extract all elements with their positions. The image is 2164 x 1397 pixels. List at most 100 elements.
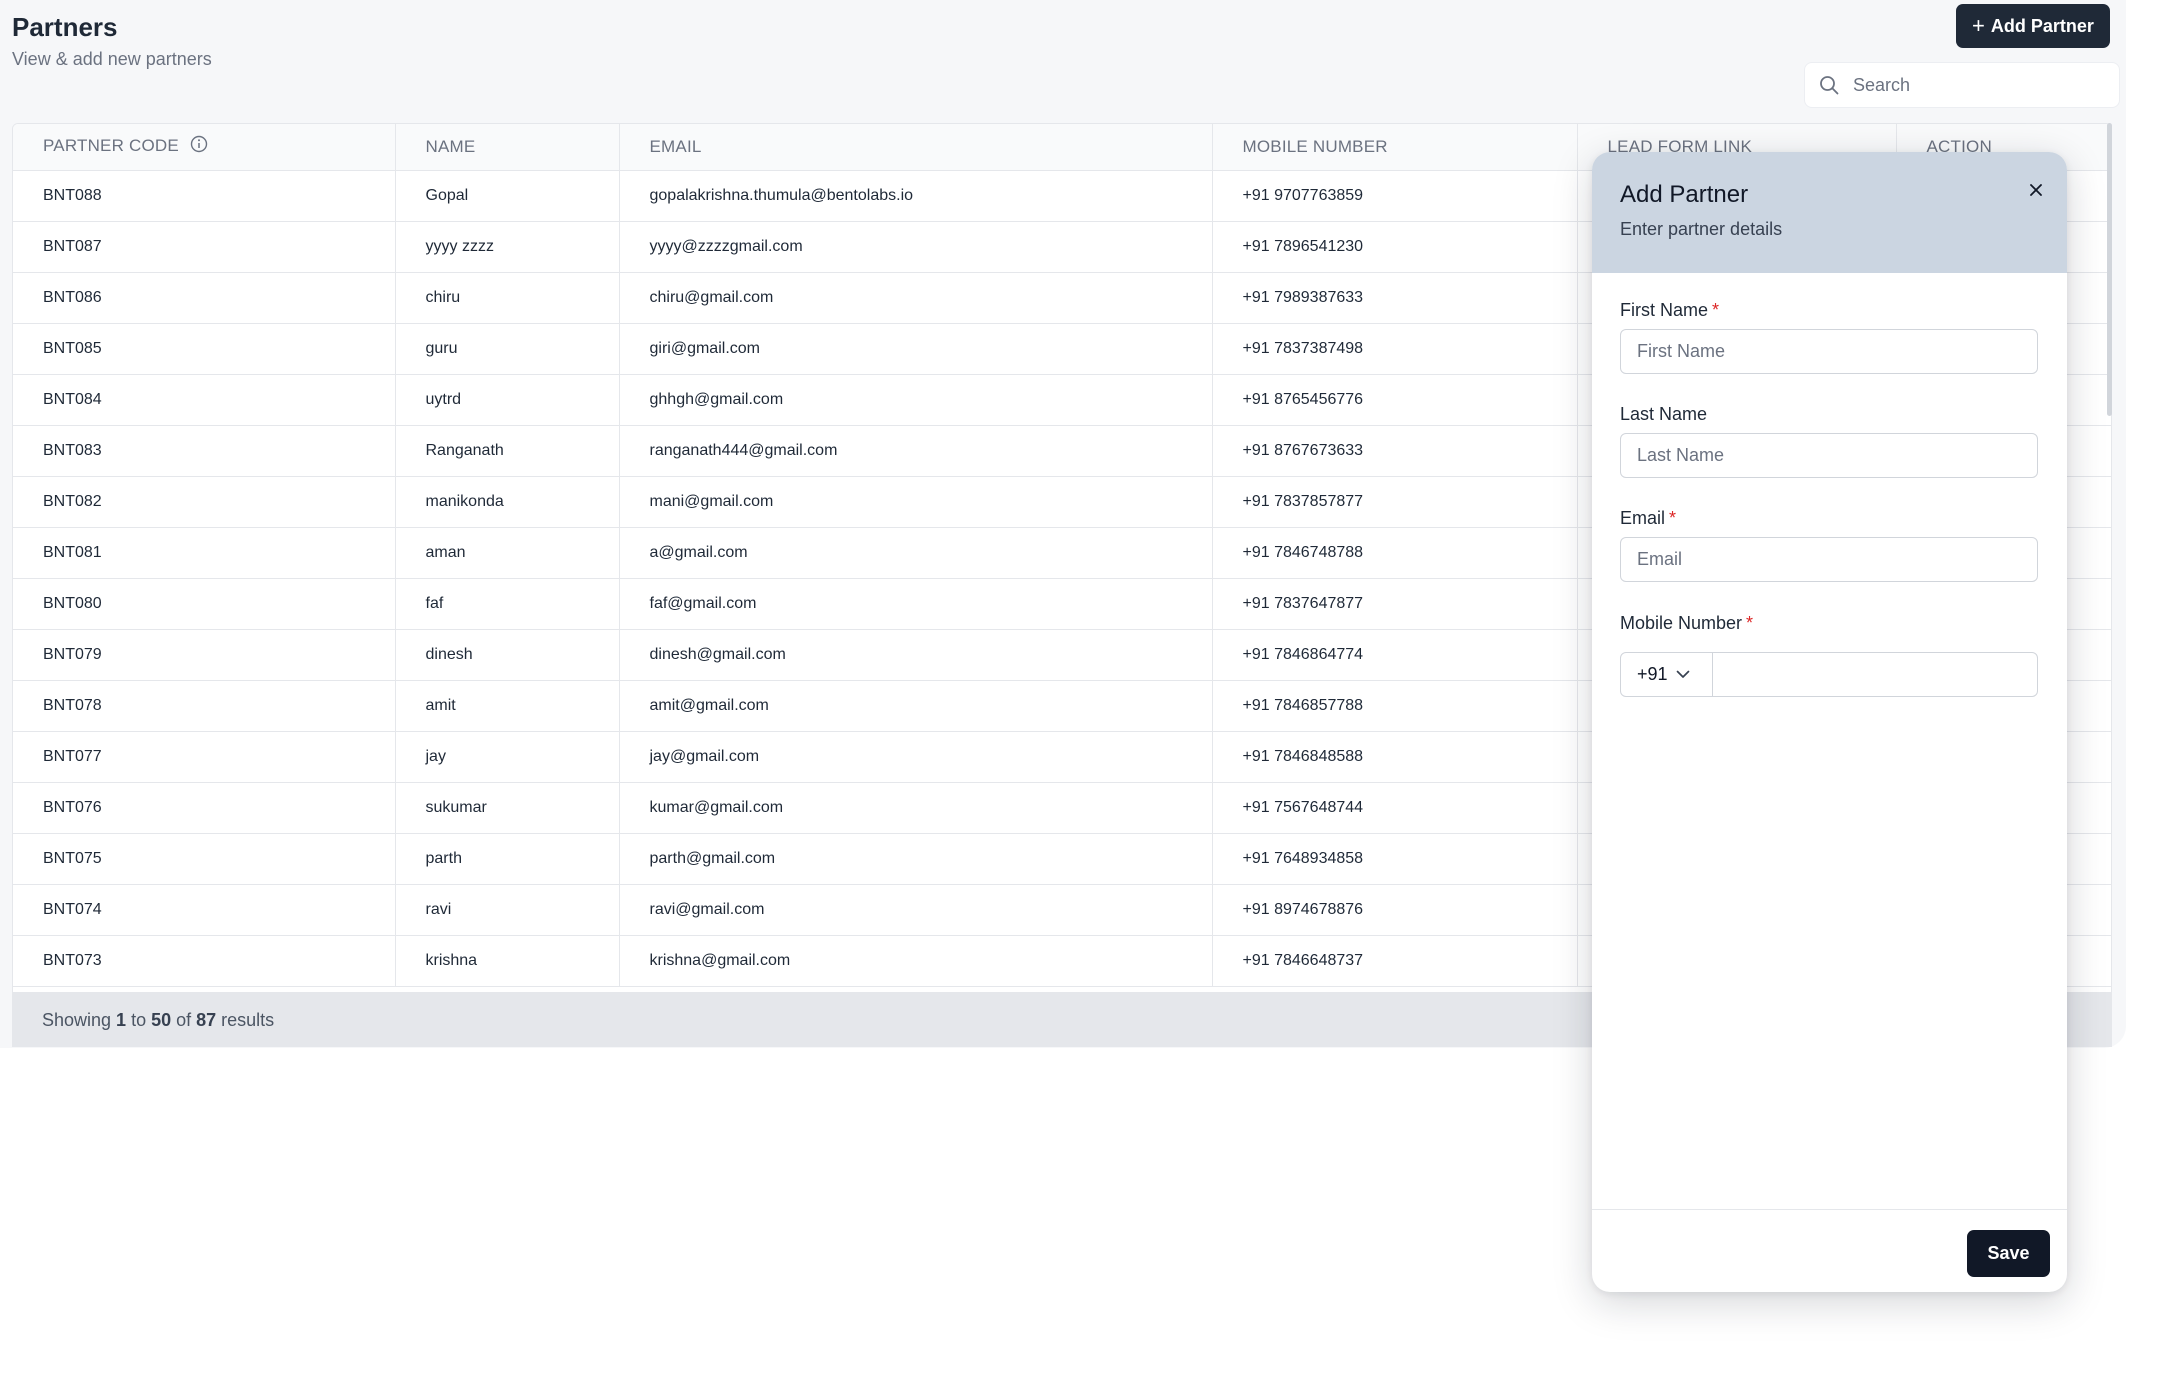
result-from: 1 <box>116 1009 127 1030</box>
mobile-number-cell: +91 7837857877 <box>1212 476 1578 528</box>
email-cell: chiru@gmail.com <box>619 272 1213 324</box>
mobile-number-cell: +91 7846648737 <box>1212 935 1578 987</box>
mobile-number-cell: +91 7846857788 <box>1212 680 1578 732</box>
mobile-number-input[interactable] <box>1713 653 2037 696</box>
search-input[interactable] <box>1853 74 2093 96</box>
last-name-label: Last Name <box>1620 404 1707 425</box>
email-cell: faf@gmail.com <box>619 578 1213 630</box>
add-partner-button-label: Add Partner <box>1990 15 2094 36</box>
last-name-label-text: Last Name <box>1620 404 1708 424</box>
partner-code-cell: BNT083 <box>13 425 396 477</box>
last-name-input[interactable] <box>1620 433 2038 478</box>
result-to: 50 <box>151 1009 172 1030</box>
name-cell: uytrd <box>395 374 620 426</box>
column-header-label: PARTNER CODE <box>43 136 179 156</box>
mobile-number-cell: +91 7837387498 <box>1212 323 1578 375</box>
partner-code-cell: BNT086 <box>13 272 396 324</box>
partner-code-cell: BNT078 <box>13 680 396 732</box>
partner-code-cell: BNT088 <box>13 170 396 222</box>
column-header-name[interactable]: NAME <box>395 124 620 171</box>
partner-code-cell: BNT084 <box>13 374 396 426</box>
name-cell: chiru <box>395 272 620 324</box>
mobile-number-cell: +91 7846748788 <box>1212 527 1578 579</box>
partner-code-cell: BNT074 <box>13 884 396 936</box>
first-name-label-text: First Name <box>1620 300 1709 320</box>
mobile-number-cell: +91 7989387633 <box>1212 272 1578 324</box>
email-cell: parth@gmail.com <box>619 833 1213 885</box>
close-icon <box>2030 184 2042 196</box>
partner-code-cell: BNT085 <box>13 323 396 375</box>
name-cell: ravi <box>395 884 620 936</box>
name-cell: krishna <box>395 935 620 987</box>
email-cell: dinesh@gmail.com <box>619 629 1213 681</box>
name-cell: dinesh <box>395 629 620 681</box>
mobile-number-cell: +91 8767673633 <box>1212 425 1578 477</box>
country-code-select[interactable]: +91 <box>1621 653 1713 696</box>
search-icon <box>1820 76 1839 95</box>
email-cell: gopalakrishna.thumula@bentolabs.io <box>619 170 1213 222</box>
email-cell: yyyy@zzzzgmail.com <box>619 221 1213 273</box>
mobile-number-label-text: Mobile Number <box>1620 613 1743 633</box>
save-button[interactable]: Save <box>1967 1230 2050 1277</box>
name-cell: sukumar <box>395 782 620 834</box>
email-cell: ravi@gmail.com <box>619 884 1213 936</box>
name-cell: jay <box>395 731 620 783</box>
page-subtitle: View & add new partners <box>12 49 212 69</box>
email-cell: krishna@gmail.com <box>619 935 1213 987</box>
email-cell: kumar@gmail.com <box>619 782 1213 834</box>
column-header-mobile-number[interactable]: MOBILE NUMBER <box>1212 124 1578 171</box>
partner-code-cell: BNT079 <box>13 629 396 681</box>
mobile-number-cell: +91 7846864774 <box>1212 629 1578 681</box>
name-cell: faf <box>395 578 620 630</box>
name-cell: Ranganath <box>395 425 620 477</box>
name-cell: parth <box>395 833 620 885</box>
result-total: 87 <box>196 1009 217 1030</box>
info-icon[interactable] <box>190 135 208 158</box>
partner-code-cell: BNT080 <box>13 578 396 630</box>
email-cell: mani@gmail.com <box>619 476 1213 528</box>
email-cell: ranganath444@gmail.com <box>619 425 1213 477</box>
chevron-down-icon <box>1676 670 1689 678</box>
search-box[interactable] <box>1804 62 2120 108</box>
mobile-number-cell: +91 8765456776 <box>1212 374 1578 426</box>
column-header-partner-code[interactable]: PARTNER CODE <box>13 124 396 171</box>
name-cell: amit <box>395 680 620 732</box>
results-label: results <box>221 1009 275 1030</box>
email-cell: ghhgh@gmail.com <box>619 374 1213 426</box>
mobile-number-label: Mobile Number * <box>1620 613 1753 634</box>
mobile-number-cell: +91 8974678876 <box>1212 884 1578 936</box>
close-button[interactable] <box>2024 178 2048 202</box>
name-cell: Gopal <box>395 170 620 222</box>
partner-code-cell: BNT073 <box>13 935 396 987</box>
partner-code-cell: BNT076 <box>13 782 396 834</box>
partner-code-cell: BNT082 <box>13 476 396 528</box>
modal-footer-divider <box>1592 1209 2067 1210</box>
name-cell: guru <box>395 323 620 375</box>
mobile-number-cell: +91 9707763859 <box>1212 170 1578 222</box>
first-name-input[interactable] <box>1620 329 2038 374</box>
modal-title: Add Partner <box>1620 181 1749 208</box>
plus-icon: + <box>1972 13 1985 38</box>
partner-code-cell: BNT075 <box>13 833 396 885</box>
email-cell: amit@gmail.com <box>619 680 1213 732</box>
first-name-label: First Name * <box>1620 300 1719 321</box>
page-title: Partners <box>12 12 118 42</box>
email-input[interactable] <box>1620 537 2038 582</box>
mobile-number-cell: +91 7567648744 <box>1212 782 1578 834</box>
email-cell: jay@gmail.com <box>619 731 1213 783</box>
country-code-value: +91 <box>1637 664 1668 684</box>
mobile-number-cell: +91 7896541230 <box>1212 221 1578 273</box>
add-partner-button[interactable]: + Add Partner <box>1956 4 2110 48</box>
name-cell: aman <box>395 527 620 579</box>
column-header-email[interactable]: EMAIL <box>619 124 1213 171</box>
to-label: to <box>131 1009 147 1030</box>
required-mark: * <box>1746 613 1754 633</box>
table-scrollbar[interactable] <box>2107 123 2112 416</box>
showing-label: Showing <box>42 1009 112 1030</box>
mobile-number-cell: +91 7837647877 <box>1212 578 1578 630</box>
mobile-number-cell: +91 7648934858 <box>1212 833 1578 885</box>
email-cell: a@gmail.com <box>619 527 1213 579</box>
required-mark: * <box>1669 508 1677 528</box>
modal-header: Add Partner Enter partner details <box>1592 152 2067 273</box>
partner-code-cell: BNT081 <box>13 527 396 579</box>
